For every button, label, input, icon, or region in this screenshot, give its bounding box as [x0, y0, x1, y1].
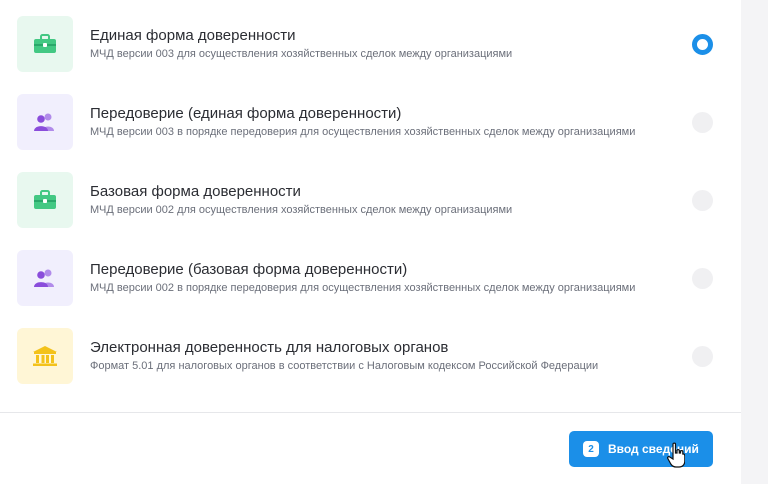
option-title: Единая форма доверенности: [90, 27, 296, 44]
option-subtitle: МЧД версии 003 в порядке передоверия для…: [90, 126, 636, 138]
radio-button[interactable]: [692, 190, 713, 211]
briefcase-icon: [17, 16, 73, 72]
users-icon: [17, 250, 73, 306]
option-subtitle: МЧД версии 002 для осуществления хозяйст…: [90, 204, 513, 216]
option-subtitle: МЧД версии 002 в порядке передоверия для…: [90, 282, 636, 294]
option-title: Передоверие (базовая форма доверенности): [90, 261, 408, 278]
step-badge: 2: [583, 441, 599, 457]
list-item[interactable]: Базовая форма доверенности МЧД версии 00…: [0, 156, 741, 234]
option-subtitle: МЧД версии 003 для осуществления хозяйст…: [90, 48, 513, 60]
option-title: Базовая форма доверенности: [90, 183, 301, 200]
list-item[interactable]: Передоверие (базовая форма доверенности)…: [0, 234, 741, 312]
list-item[interactable]: Передоверие (единая форма доверенности) …: [0, 78, 741, 156]
footer-divider: [0, 412, 741, 413]
users-icon: [17, 94, 73, 150]
radio-button[interactable]: [692, 112, 713, 133]
list-item[interactable]: Электронная доверенность для налоговых о…: [0, 312, 741, 390]
bank-icon: [17, 328, 73, 384]
radio-button-selected[interactable]: [692, 34, 713, 55]
poa-type-list: Единая форма доверенности МЧД версии 003…: [0, 0, 741, 390]
radio-button[interactable]: [692, 346, 713, 367]
option-subtitle: Формат 5.01 для налоговых органов в соот…: [90, 360, 599, 372]
enter-details-button[interactable]: 2 Ввод сведений: [569, 431, 713, 467]
briefcase-icon: [17, 172, 73, 228]
radio-button[interactable]: [692, 268, 713, 289]
option-title: Передоверие (единая форма доверенности): [90, 105, 402, 122]
enter-details-label: Ввод сведений: [608, 442, 699, 456]
option-title: Электронная доверенность для налоговых о…: [90, 339, 449, 356]
poa-type-panel: Единая форма доверенности МЧД версии 003…: [0, 0, 741, 484]
list-item[interactable]: Единая форма доверенности МЧД версии 003…: [0, 0, 741, 78]
